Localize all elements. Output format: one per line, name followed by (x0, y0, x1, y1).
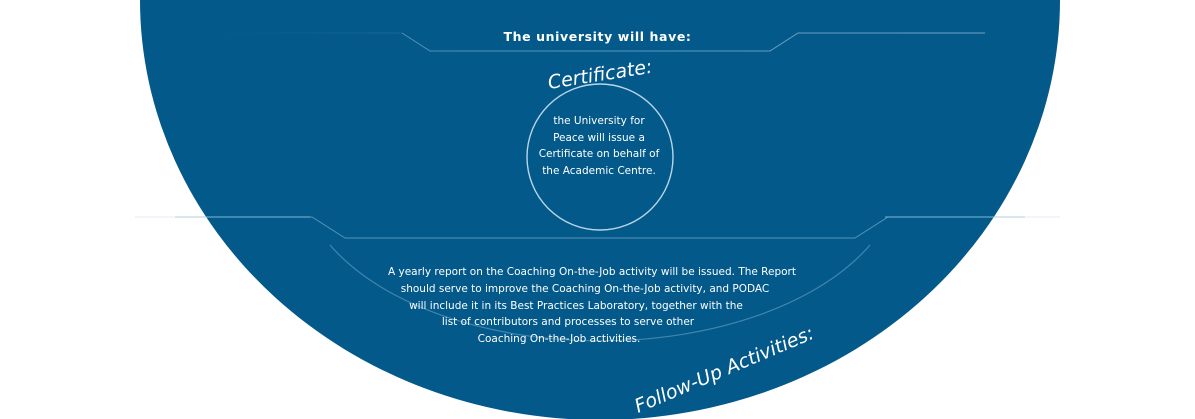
follow-up-line: should serve to improve the Coaching On-… (400, 282, 770, 295)
certificate-description: the University for Peace will issue a Ce… (538, 115, 660, 177)
follow-up-line: Coaching On-the-Job activities. (477, 333, 641, 346)
panel-graphic: Certificate: Follow-Up Activities: (135, 0, 1060, 419)
follow-up-description: A yearly report on the Coaching On-the-J… (357, 264, 827, 348)
follow-up-line: list of contributors and processes to se… (441, 316, 695, 329)
page-heading: The university will have: (503, 29, 692, 44)
follow-up-line: will include it in its Best Practices La… (409, 299, 743, 312)
coaching-panel: Certificate: Follow-Up Activities: The u… (0, 0, 1195, 419)
follow-up-line: A yearly report on the Coaching On-the-J… (387, 266, 796, 278)
